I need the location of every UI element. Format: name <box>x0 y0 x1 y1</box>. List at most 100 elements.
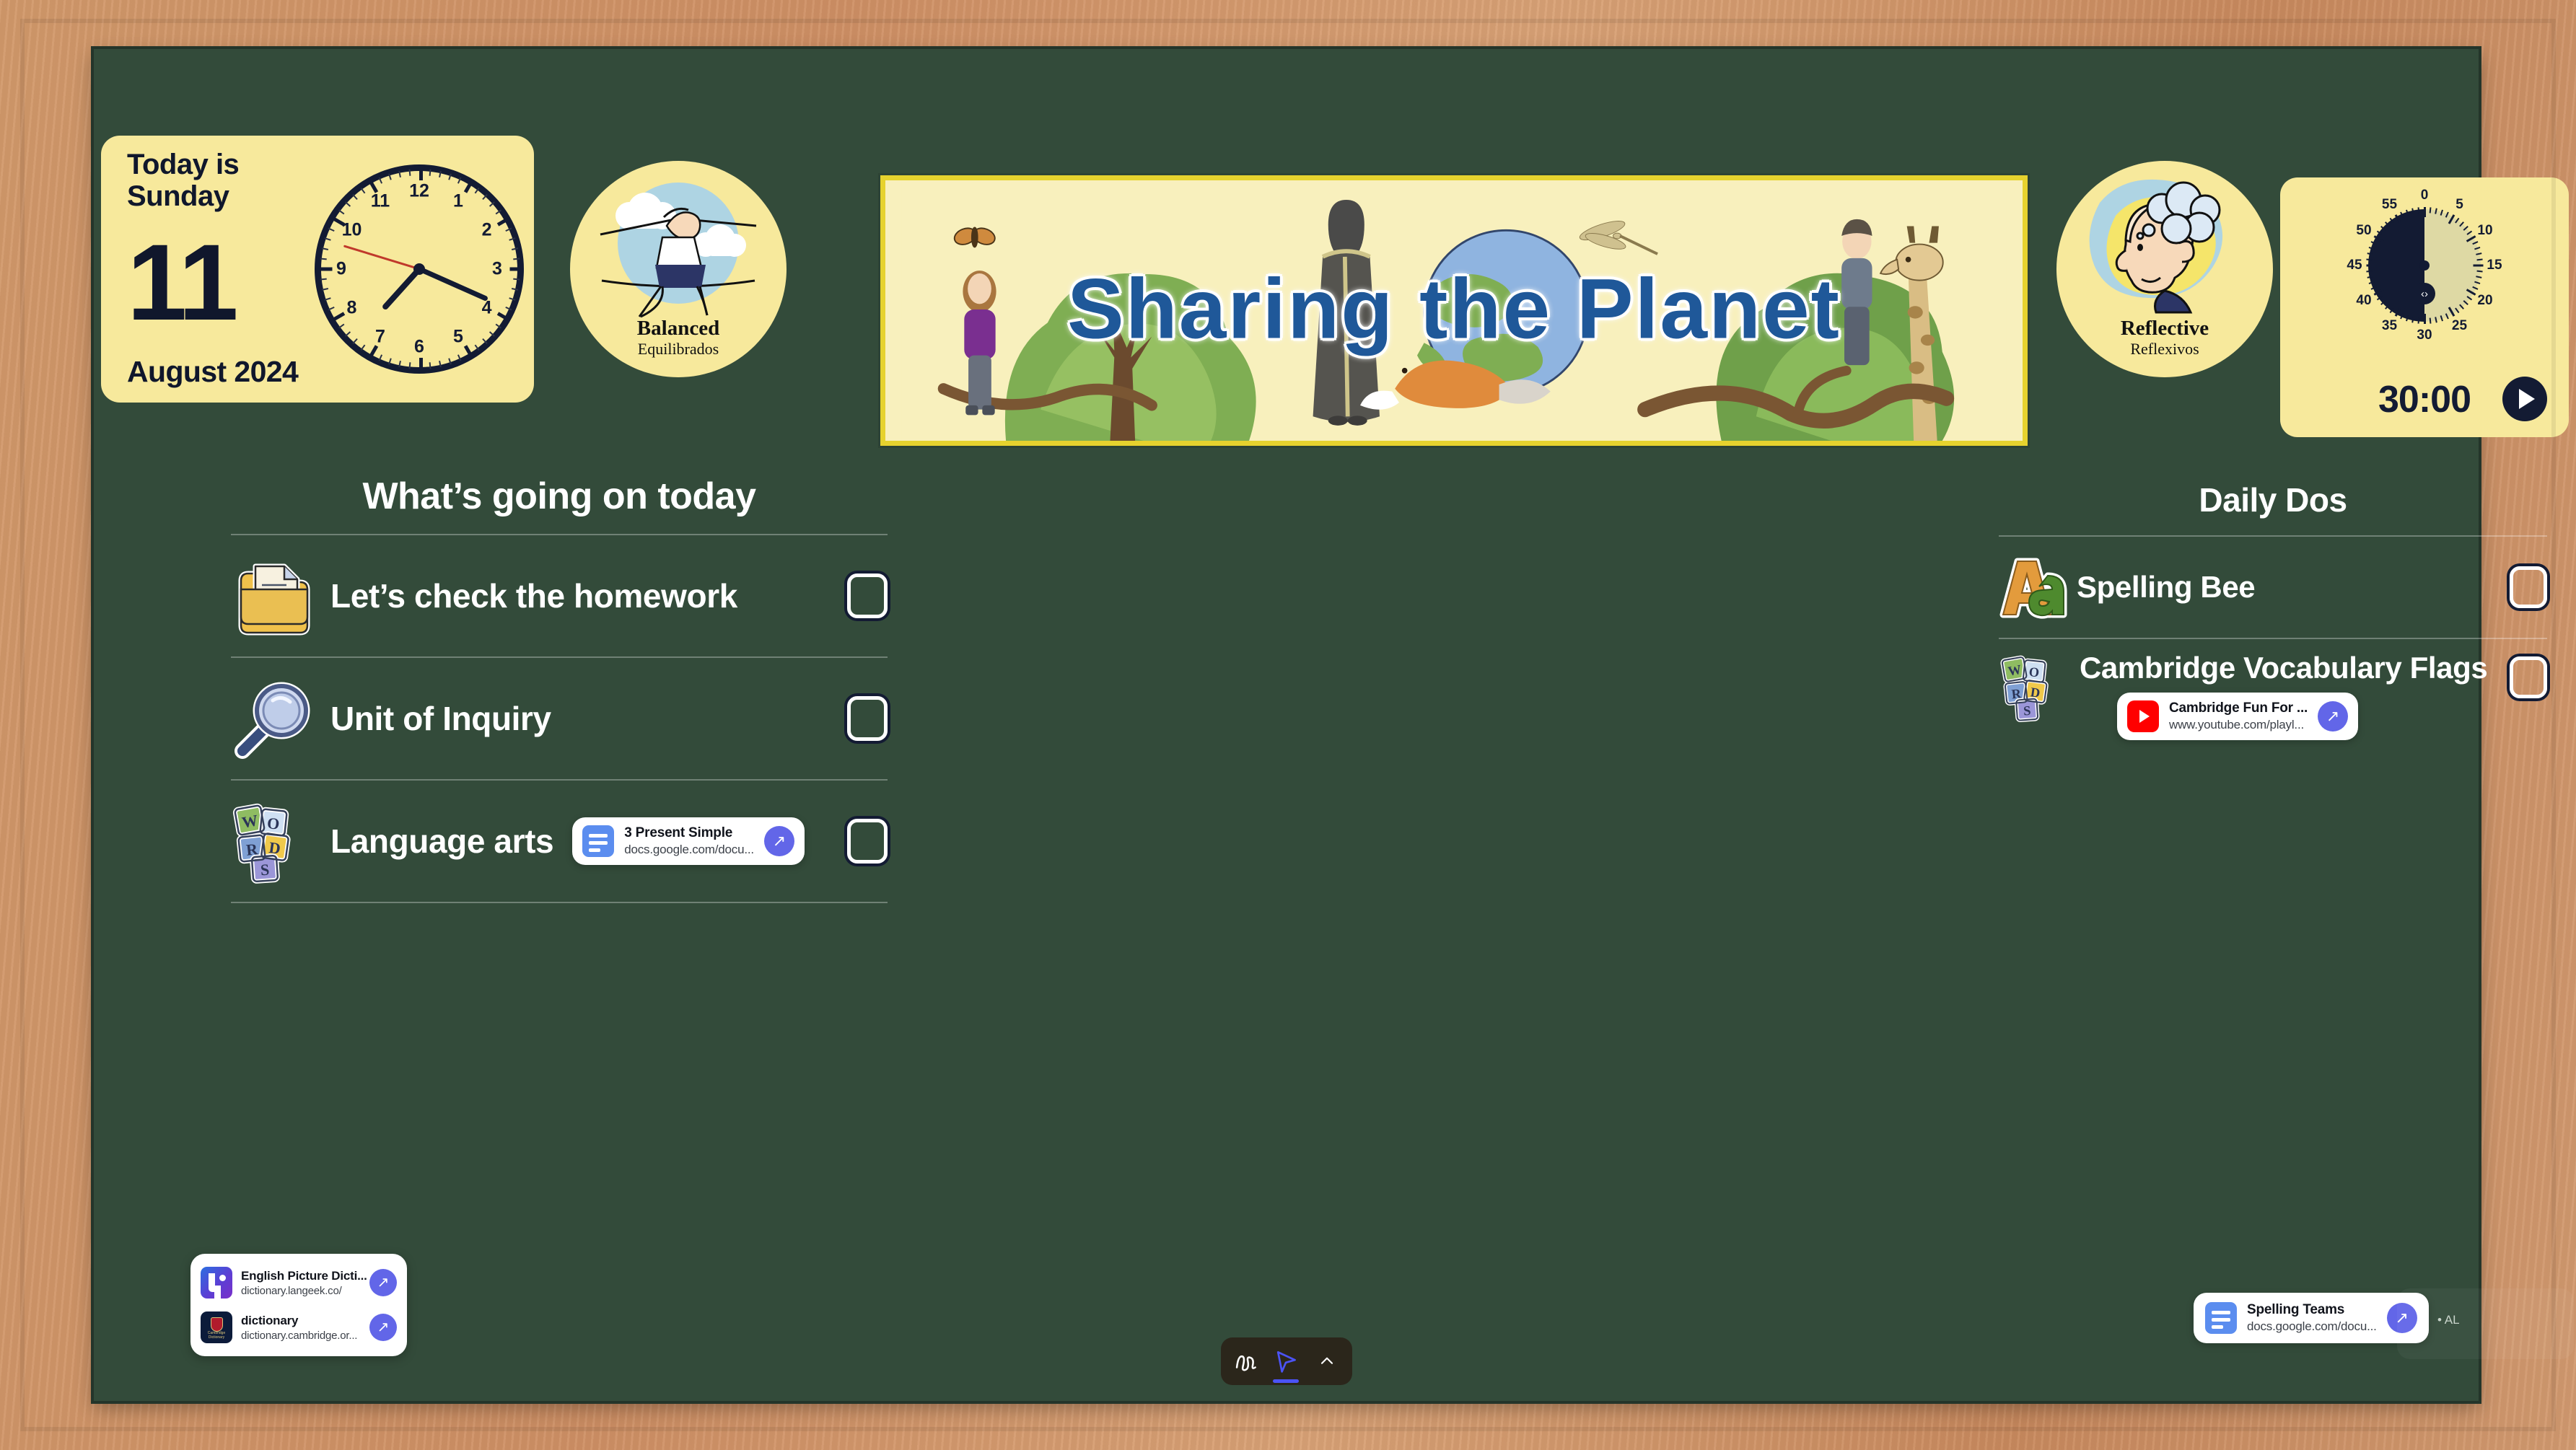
clock-number: 10 <box>341 219 362 240</box>
scribble-pen-icon[interactable] <box>1228 1344 1263 1379</box>
task-label: Spelling Bee <box>2077 570 2256 604</box>
link-chip-present-simple[interactable]: 3 Present Simple docs.google.com/docu...… <box>572 817 805 865</box>
task-label: Unit of Inquiry <box>330 700 551 737</box>
timer-dial-label: 25 <box>2451 318 2468 333</box>
task-row[interactable]: Unit of Inquiry <box>231 658 888 779</box>
timer-play-button[interactable] <box>2502 377 2547 421</box>
dictionary-links-card[interactable]: English Picture Dicti... dictionary.lang… <box>190 1254 407 1356</box>
clock-number: 4 <box>481 297 492 318</box>
top-bar: Today is Sunday 11 August 2024 12 1 2 3 4 5 6 7… <box>94 85 2569 446</box>
task-checkbox[interactable] <box>847 574 888 618</box>
link-chip-text: 3 Present Simple docs.google.com/docu... <box>624 825 754 857</box>
unit-of-inquiry-banner[interactable]: Sharing the Planet <box>880 175 2028 446</box>
open-link-icon[interactable]: ↗ <box>369 1314 397 1341</box>
task-label: Let’s check the homework <box>330 577 737 615</box>
clock-number: 1 <box>453 190 463 211</box>
link-chip-english-picture-dictionary[interactable]: English Picture Dicti... dictionary.lang… <box>199 1262 398 1303</box>
timer-drag-handle[interactable]: ‹› <box>2414 283 2435 304</box>
task-row[interactable]: Let’s check the homework <box>231 535 888 656</box>
spelling-teams-card[interactable]: Spelling Teams docs.google.com/docu... ↗ <box>2194 1293 2429 1343</box>
clock-number: 6 <box>414 336 424 357</box>
date-text-block: Today is Sunday 11 August 2024 <box>101 149 310 388</box>
link-chip-url: docs.google.com/docu... <box>2247 1319 2377 1333</box>
link-chip-spelling-teams[interactable]: Spelling Teams docs.google.com/docu... ↗ <box>2194 1293 2429 1343</box>
link-chip-url: www.youtube.com/playl... <box>2169 718 2305 731</box>
cambridge-shield-icon <box>210 1317 223 1332</box>
task-row[interactable]: Spelling Bee <box>1999 537 2547 638</box>
task-checkbox[interactable] <box>847 696 888 741</box>
aa-letters-icon <box>1999 553 2068 622</box>
timer-tick <box>2424 207 2426 217</box>
cursor-pointer-icon[interactable] <box>1269 1344 1303 1383</box>
cambridge-dictionary-icon: Cambridge Dictionary <box>201 1311 232 1343</box>
profile-title: Balanced <box>636 316 720 340</box>
task-content: Cambridge Vocabulary Flags Cambridge Fun… <box>2075 651 2488 740</box>
open-link-icon[interactable]: ↗ <box>2318 701 2349 731</box>
open-link-icon[interactable]: ↗ <box>763 826 794 856</box>
timer-tick <box>2366 264 2377 267</box>
learner-profile-reflective[interactable]: Reflective Reflexivos <box>2056 161 2273 377</box>
today-is-line2: Sunday <box>127 180 229 212</box>
clock-tick <box>509 267 522 271</box>
profile-subtitle: Reflexivos <box>2130 340 2199 358</box>
chevron-up-icon[interactable] <box>1310 1344 1344 1379</box>
timer-dial-label: 45 <box>2347 258 2362 273</box>
svg-text:D: D <box>2030 685 2041 700</box>
divider <box>231 902 888 903</box>
clock-tick <box>320 267 333 271</box>
banner-title: Sharing the Planet <box>1067 260 1841 356</box>
daily-dos-column: Daily Dos Spelling Bee W O R D S Cambrid… <box>1999 480 2547 747</box>
clock-tick <box>419 358 423 369</box>
wooden-frame: Today is Sunday 11 August 2024 12 1 2 3 4 5 6 7… <box>0 0 2576 1450</box>
profile-subtitle: Equilibrados <box>637 340 719 358</box>
timer-dial[interactable]: ‹› 0 5 10 15 20 25 30 35 40 45 50 55 <box>2347 188 2502 343</box>
countdown-timer[interactable]: ‹› 0 5 10 15 20 25 30 35 40 45 50 55 30:00 <box>2280 177 2569 437</box>
task-row[interactable]: W O R D S Language arts 3 Present Simple… <box>231 781 888 902</box>
task-checkbox[interactable] <box>2510 656 2547 698</box>
today-column-title: What’s going on today <box>362 475 756 517</box>
daily-dos-title: Daily Dos <box>2199 481 2347 519</box>
link-chip-text: English Picture Dicti... dictionary.lang… <box>241 1268 367 1297</box>
svg-text:O: O <box>266 814 281 833</box>
drawing-toolbar[interactable] <box>1220 1337 1352 1385</box>
task-checkbox[interactable] <box>847 819 888 864</box>
timer-dial-label: 30 <box>2417 328 2432 343</box>
timer-dial-label: 15 <box>2487 258 2502 273</box>
analog-clock: 12 1 2 3 4 5 6 7 8 9 10 11 <box>315 164 524 374</box>
clock-tick <box>419 169 423 180</box>
folder-document-icon <box>231 553 317 638</box>
month-year: August 2024 <box>127 354 299 388</box>
link-chip-text: dictionary dictionary.cambridge.or... <box>241 1314 357 1342</box>
clock-center-pin <box>413 263 425 275</box>
link-chip-cambridge-fun-for[interactable]: Cambridge Fun For ... www.youtube.com/pl… <box>2117 693 2359 740</box>
clock-number: 7 <box>375 326 385 347</box>
task-checkbox[interactable] <box>2510 566 2547 608</box>
timer-dial-label: 50 <box>2356 222 2372 238</box>
link-chip-title: Spelling Teams <box>2247 1302 2345 1317</box>
clock-number: 9 <box>336 258 346 279</box>
day-number: 11 <box>127 221 239 343</box>
clock-number: 12 <box>409 180 429 201</box>
link-chip-title: 3 Present Simple <box>624 825 733 840</box>
link-chip-url: docs.google.com/docu... <box>624 843 754 856</box>
timer-dial-label: 40 <box>2356 292 2372 308</box>
link-chip-url: dictionary.langeek.co/ <box>241 1284 342 1297</box>
link-chip-title: English Picture Dicti... <box>241 1268 367 1283</box>
balanced-tightrope-illustration <box>600 183 757 318</box>
timer-dial-label: 10 <box>2477 222 2493 238</box>
link-chip-title: dictionary <box>241 1313 299 1327</box>
open-link-icon[interactable]: ↗ <box>369 1269 397 1296</box>
note-card[interactable]: • AL <box>2397 1288 2574 1359</box>
link-chip-url: dictionary.cambridge.or... <box>241 1329 358 1342</box>
svg-text:S: S <box>2023 703 2031 719</box>
langeek-icon <box>201 1267 232 1299</box>
word-blocks-icon: W O R D S <box>1999 651 2071 723</box>
timer-dial-label: 35 <box>2381 318 2398 333</box>
task-row[interactable]: W O R D S Cambridge Vocabulary Flags Cam… <box>1999 639 2547 747</box>
link-chip-title: Cambridge Fun For ... <box>2169 700 2308 716</box>
learner-profile-balanced[interactable]: Balanced Equilibrados <box>570 161 787 377</box>
timer-tick <box>2424 314 2426 324</box>
date-card: Today is Sunday 11 August 2024 12 1 2 3 4 5 6 7… <box>101 136 534 403</box>
clock-number: 11 <box>370 190 390 211</box>
link-chip-cambridge-dictionary[interactable]: Cambridge Dictionary dictionary dictionar… <box>199 1307 398 1348</box>
